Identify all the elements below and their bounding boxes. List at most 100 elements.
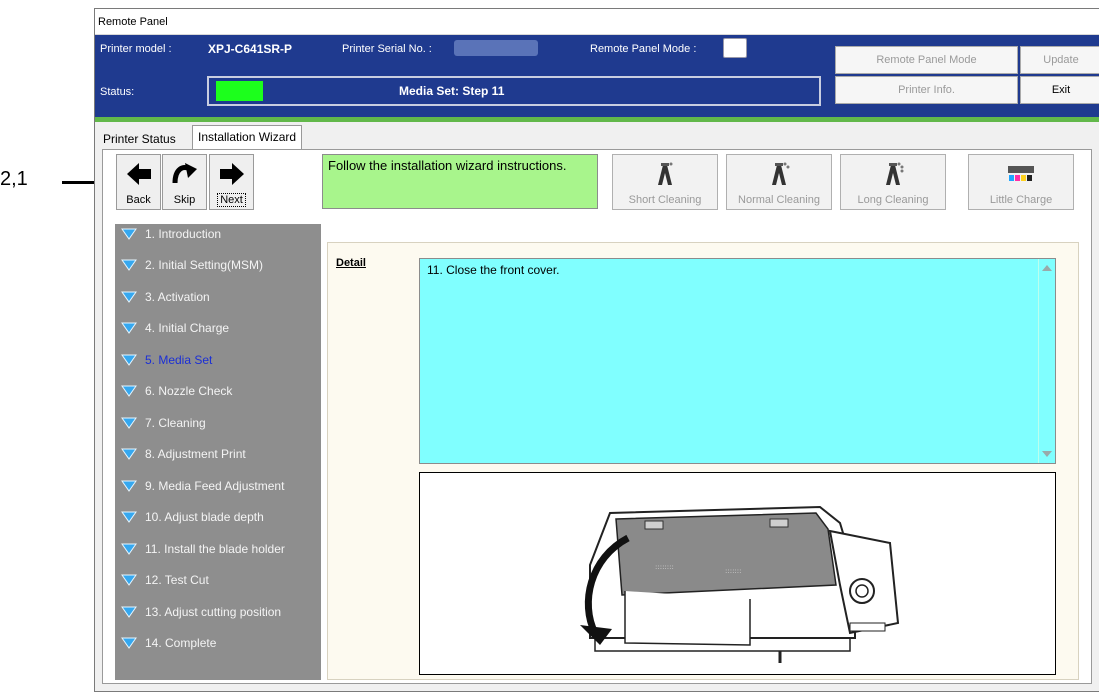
long-cleaning-label: Long Cleaning (857, 194, 929, 206)
step-label: 2. Initial Setting(MSM) (145, 258, 264, 272)
next-label: Next (217, 193, 246, 207)
next-button[interactable]: Next (209, 154, 254, 210)
screenshot-root: 2,1 Remote Panel Printer model : XPJ-C64… (0, 0, 1099, 695)
step-item[interactable]: 9. Media Feed Adjustment (121, 476, 284, 496)
update-button[interactable]: Update (1020, 46, 1099, 74)
header-accent-strip (95, 117, 1099, 122)
printer-model-label: Printer model : (100, 43, 172, 55)
step-label: 11. Install the blade holder (145, 542, 285, 556)
step-label: 7. Cleaning (145, 416, 206, 430)
serial-label: Printer Serial No. : (342, 43, 432, 55)
long-cleaning-button[interactable]: Long Cleaning (840, 154, 946, 210)
callout-label: 2,1 (0, 168, 28, 190)
triangle-down-icon (121, 507, 139, 527)
step-item[interactable]: 1. Introduction (121, 224, 221, 244)
triangle-down-icon (121, 350, 139, 370)
triangle-down-icon (121, 602, 139, 622)
step-item[interactable]: 11. Install the blade holder (121, 539, 285, 559)
scroll-down-icon[interactable] (1042, 451, 1052, 457)
detail-label: Detail (336, 257, 366, 269)
step-item[interactable]: 10. Adjust blade depth (121, 507, 264, 527)
exit-button[interactable]: Exit (1020, 76, 1099, 104)
status-frame: Media Set: Step 11 (207, 76, 821, 106)
normal-cleaning-button[interactable]: Normal Cleaning (726, 154, 832, 210)
arrow-left-icon (117, 159, 160, 189)
step-item[interactable]: 6. Nozzle Check (121, 381, 232, 401)
detail-textbox[interactable]: 11. Close the front cover. (419, 258, 1056, 464)
detail-text: 11. Close the front cover. (427, 263, 560, 277)
step-label: 6. Nozzle Check (145, 384, 233, 398)
triangle-down-icon (121, 413, 139, 433)
skip-button[interactable]: Skip (162, 154, 207, 210)
short-cleaning-button[interactable]: Short Cleaning (612, 154, 718, 210)
triangle-down-icon (121, 444, 139, 464)
step-item[interactable]: 3. Activation (121, 287, 210, 307)
printer-info-button[interactable]: Printer Info. (835, 76, 1018, 104)
scroll-up-icon[interactable] (1042, 265, 1052, 271)
step-label: 14. Complete (145, 636, 217, 650)
triangle-down-icon (121, 255, 139, 275)
step-label: 5. Media Set (145, 353, 213, 367)
header-bar: Printer model : XPJ-C641SR-P Printer Ser… (95, 35, 1099, 117)
triangle-down-icon (121, 381, 139, 401)
wizard-steps-sidebar: 1. Introduction 2. Initial Setting(MSM) … (115, 224, 321, 680)
little-charge-label: Little Charge (989, 194, 1053, 206)
back-button[interactable]: Back (116, 154, 161, 210)
step-label: 9. Media Feed Adjustment (145, 479, 285, 493)
step-item[interactable]: 2. Initial Setting(MSM) (121, 255, 263, 275)
step-label: 10. Adjust blade depth (145, 510, 264, 524)
step-content-area: Detail 11. Close the front cover. :::::: (327, 242, 1079, 680)
illustration-frame: :::::::: ::::::: (419, 472, 1056, 675)
step-item[interactable]: 13. Adjust cutting position (121, 602, 281, 622)
detail-scrollbar[interactable] (1038, 259, 1055, 463)
status-led-icon (216, 81, 263, 101)
tab-bar: Printer Status Installation Wizard (95, 125, 1099, 149)
status-text: Media Set: Step 11 (399, 84, 505, 98)
triangle-down-icon (121, 633, 139, 653)
svg-text::::::::: ::::::: (725, 567, 742, 575)
short-cleaning-label: Short Cleaning (628, 194, 702, 206)
remote-panel-window: Remote Panel Printer model : XPJ-C641SR-… (94, 8, 1099, 692)
step-item[interactable]: 12. Test Cut (121, 570, 209, 590)
tab-printer-status[interactable]: Printer Status (98, 129, 181, 149)
instruction-box: Follow the installation wizard instructi… (322, 154, 598, 209)
remote-panel-mode-label: Remote Panel Mode : (590, 43, 697, 55)
status-label: Status: (100, 86, 135, 98)
step-label: 13. Adjust cutting position (145, 605, 282, 619)
skip-label: Skip (173, 194, 196, 206)
step-item[interactable]: 7. Cleaning (121, 413, 206, 433)
ink-cartridges-icon (969, 161, 1073, 187)
cleaning-head-icon (841, 161, 945, 187)
step-label: 4. Initial Charge (145, 321, 230, 335)
triangle-down-icon (121, 570, 139, 590)
step-label: 12. Test Cut (145, 573, 209, 587)
step-label: 1. Introduction (145, 227, 222, 241)
step-item[interactable]: 8. Adjustment Print (121, 444, 246, 464)
step-label: 3. Activation (145, 290, 210, 304)
arrow-right-icon (210, 159, 253, 189)
tab-installation-wizard[interactable]: Installation Wizard (192, 125, 303, 149)
step-item[interactable]: 14. Complete (121, 633, 216, 653)
remote-panel-mode-indicator (723, 38, 747, 58)
remote-panel-mode-button[interactable]: Remote Panel Mode (835, 46, 1018, 74)
triangle-down-icon (121, 539, 139, 559)
little-charge-button[interactable]: Little Charge (968, 154, 1074, 210)
normal-cleaning-label: Normal Cleaning (738, 194, 820, 206)
printer-front-cover-illustration: :::::::: ::::::: (580, 505, 900, 663)
step-item[interactable]: 4. Initial Charge (121, 318, 229, 338)
back-label: Back (126, 194, 151, 206)
step-item-current[interactable]: 5. Media Set (121, 350, 212, 370)
cleaning-head-icon (727, 161, 831, 187)
triangle-down-icon (121, 476, 139, 496)
step-label: 8. Adjustment Print (145, 447, 246, 461)
triangle-down-icon (121, 287, 139, 307)
serial-value-redacted (454, 40, 538, 56)
triangle-down-icon (121, 224, 139, 244)
svg-text:::::::::: :::::::: (655, 563, 674, 571)
next-caption: Next (210, 193, 253, 207)
wizard-panel: Back Skip Next Follow the installation w… (102, 149, 1092, 684)
triangle-down-icon (121, 318, 139, 338)
redo-arrow-icon (163, 159, 206, 189)
window-title: Remote Panel (95, 9, 1099, 35)
cleaning-head-icon (613, 161, 717, 187)
